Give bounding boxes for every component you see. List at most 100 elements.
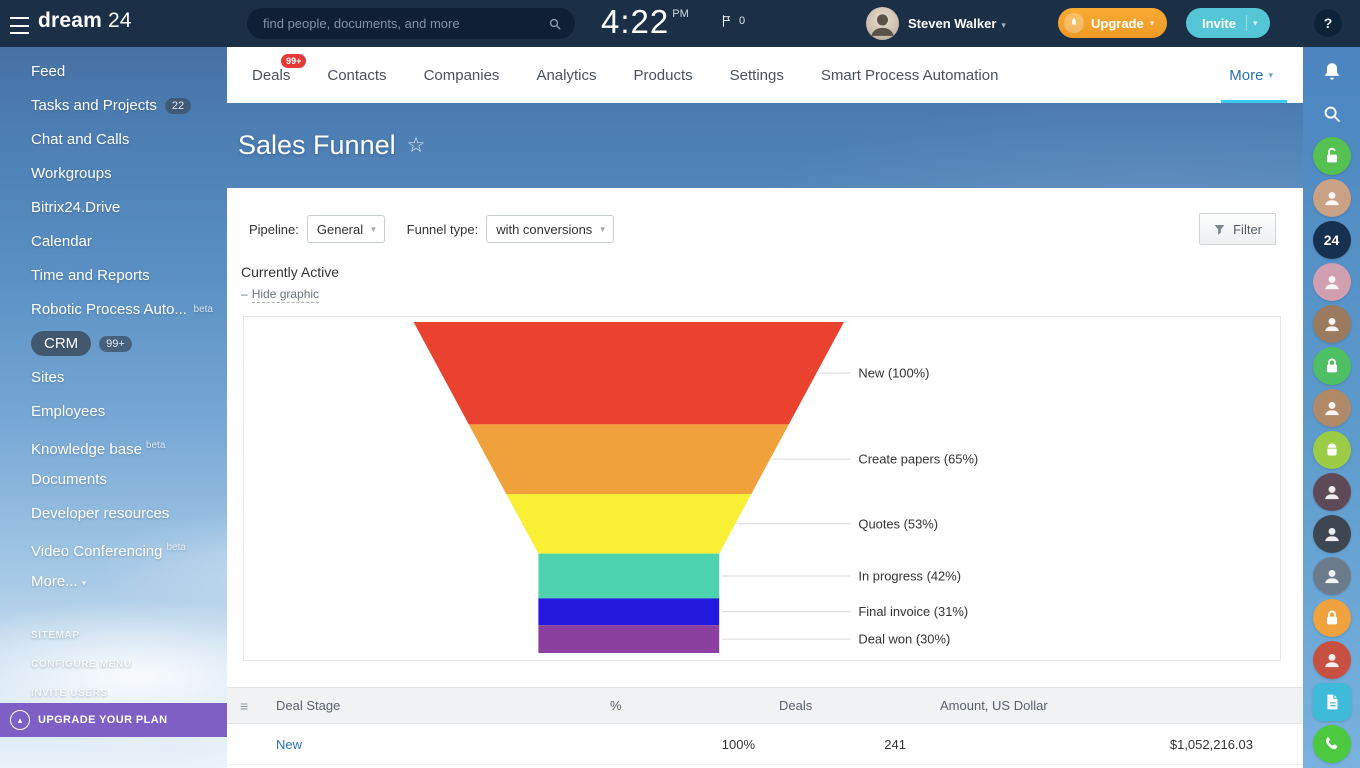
tab-analytics[interactable]: Analytics: [536, 47, 596, 103]
sidebar-item-more[interactable]: More...▾: [0, 565, 227, 599]
funnel-stage-label: Quotes (53%): [858, 516, 938, 531]
sidebar-item-label: Documents: [31, 471, 107, 488]
tab-label: Analytics: [536, 67, 596, 84]
funnel-segment-in-progress[interactable]: [538, 554, 719, 599]
sidebar-footer-link-configure-menu[interactable]: CONFIGURE MENU: [31, 650, 132, 679]
upgrade-button[interactable]: Upgrade ▾: [1058, 8, 1167, 38]
funnel-type-value: with conversions: [496, 222, 592, 237]
sidebar-item-video-conferencing[interactable]: Video Conferencingbeta: [0, 531, 227, 565]
sidebar-item-label: Knowledge base: [31, 441, 142, 458]
deal-stage-link[interactable]: New: [276, 737, 302, 752]
sidebar-item-sites[interactable]: Sites: [0, 361, 227, 395]
funnel-segment-deal-won[interactable]: [538, 625, 719, 653]
column-header-amount-us-dollar: Amount, US Dollar: [917, 688, 1303, 724]
tab-companies[interactable]: Companies: [424, 47, 500, 103]
sidebar-item-label: Calendar: [31, 233, 92, 250]
funnel-segment-quotes[interactable]: [506, 494, 751, 554]
funnel-stage-label: Final invoice (31%): [858, 604, 968, 619]
search-icon[interactable]: [547, 16, 563, 32]
lock-icon[interactable]: [1313, 347, 1351, 385]
lock-open-icon[interactable]: [1313, 137, 1351, 175]
global-search[interactable]: [247, 8, 575, 39]
pipeline-select[interactable]: General ▾: [307, 215, 385, 243]
user-avatar[interactable]: [1313, 557, 1351, 595]
tab-settings[interactable]: Settings: [730, 47, 784, 103]
topbar: dream24 4:22 PM 0 Steven Walker▾ Upgrade…: [0, 0, 1360, 47]
user-avatar[interactable]: [1313, 179, 1351, 217]
count-badge: 99+: [99, 336, 132, 352]
sidebar-item-employees[interactable]: Employees: [0, 395, 227, 429]
clock[interactable]: 4:22 PM: [601, 3, 689, 41]
tab-label: Products: [633, 67, 692, 84]
sidebar-item-developer-resources[interactable]: Developer resources: [0, 497, 227, 531]
deal-percent: 100%: [597, 724, 767, 765]
help-button[interactable]: ?: [1314, 9, 1342, 37]
sidebar-item-label: Tasks and Projects: [31, 97, 157, 114]
sidebar-item-feed[interactable]: Feed: [0, 55, 227, 89]
user-avatar[interactable]: [1313, 515, 1351, 553]
user-menu[interactable]: Steven Walker▾: [908, 16, 1006, 31]
tab-products[interactable]: Products: [633, 47, 692, 103]
sidebar-item-label: Robotic Process Auto...: [31, 301, 187, 318]
sidebar-item-label: Developer resources: [31, 505, 169, 522]
user-avatar[interactable]: [1313, 641, 1351, 679]
sidebar-item-label: Feed: [31, 63, 65, 80]
app-logo[interactable]: dream24: [38, 9, 131, 33]
collapse-icon: –: [241, 287, 248, 301]
funnel-segment-final-invoice[interactable]: [538, 598, 719, 625]
sidebar-item-label: Sites: [31, 369, 64, 386]
user-avatar[interactable]: [866, 7, 899, 40]
search-icon[interactable]: [1313, 95, 1351, 133]
favorite-star-icon[interactable]: ☆: [407, 133, 426, 158]
bitrix24-badge[interactable]: 24: [1313, 221, 1351, 259]
tab-more[interactable]: More▾: [1229, 47, 1273, 103]
clock-meridiem: PM: [672, 8, 689, 41]
funnel-type-select[interactable]: with conversions ▾: [486, 215, 614, 243]
crm-nav: Deals99+ Contacts Companies Analytics Produc…: [227, 47, 1303, 103]
funnel-segment-new[interactable]: [414, 322, 844, 424]
upgrade-plan-button[interactable]: ▴ UPGRADE YOUR PLAN: [0, 703, 227, 737]
hide-graphic-link[interactable]: –Hide graphic: [241, 287, 319, 301]
user-avatar[interactable]: [1313, 263, 1351, 301]
sidebar-item-label: CRM: [31, 331, 91, 356]
sidebar-item-label: Employees: [31, 403, 105, 420]
table-settings-icon[interactable]: ≡: [228, 698, 247, 714]
sidebar-footer: SITEMAPCONFIGURE MENUINVITE USERS: [31, 621, 132, 708]
funnel-stage-label: In progress (42%): [858, 568, 961, 583]
upgrade-plan-label: UPGRADE YOUR PLAN: [38, 714, 167, 726]
filter-button[interactable]: Filter: [1199, 213, 1276, 245]
sidebar-item-robotic-process-auto[interactable]: Robotic Process Auto...beta: [0, 293, 227, 327]
sidebar-item-label: Video Conferencing: [31, 543, 162, 560]
search-input[interactable]: [261, 15, 547, 32]
deals-table: ≡Deal Stage%DealsAmount, US Dollar New10…: [227, 687, 1303, 765]
lock-icon[interactable]: [1313, 599, 1351, 637]
tab-contacts[interactable]: Contacts: [327, 47, 386, 103]
menu-hamburger-icon[interactable]: [10, 17, 29, 34]
sidebar-item-tasks-and-projects[interactable]: Tasks and Projects22: [0, 89, 227, 123]
logo-suffix: 24: [108, 9, 131, 32]
funnel-segment-create-papers[interactable]: [469, 424, 789, 494]
sidebar-item-workgroups[interactable]: Workgroups: [0, 157, 227, 191]
invite-button[interactable]: Invite ▾: [1186, 8, 1270, 38]
column-header-deal-stage: Deal Stage: [275, 688, 597, 724]
tab-deals[interactable]: Deals99+: [252, 47, 290, 103]
flag-counter[interactable]: 0: [720, 14, 745, 28]
sidebar-item-time-and-reports[interactable]: Time and Reports: [0, 259, 227, 293]
sidebar-item-bitrix24-drive[interactable]: Bitrix24.Drive: [0, 191, 227, 225]
filter-funnel-icon: [1213, 223, 1226, 236]
sidebar-footer-link-sitemap[interactable]: SITEMAP: [31, 621, 132, 650]
user-avatar[interactable]: [1313, 305, 1351, 343]
tab-smart-process-automation[interactable]: Smart Process Automation: [821, 47, 999, 103]
bell-icon[interactable]: [1313, 53, 1351, 91]
deals-table-header-row: ≡Deal Stage%DealsAmount, US Dollar: [227, 688, 1303, 724]
phone-icon[interactable]: [1313, 725, 1351, 763]
sidebar-item-knowledge-base[interactable]: Knowledge basebeta: [0, 429, 227, 463]
android-avatar[interactable]: [1313, 431, 1351, 469]
sidebar-item-crm[interactable]: CRM 99+: [0, 327, 227, 361]
user-avatar[interactable]: [1313, 389, 1351, 427]
sidebar-item-calendar[interactable]: Calendar: [0, 225, 227, 259]
export-document-icon[interactable]: [1313, 683, 1351, 721]
sidebar-item-chat-and-calls[interactable]: Chat and Calls: [0, 123, 227, 157]
user-avatar[interactable]: [1313, 473, 1351, 511]
sidebar-item-documents[interactable]: Documents: [0, 463, 227, 497]
